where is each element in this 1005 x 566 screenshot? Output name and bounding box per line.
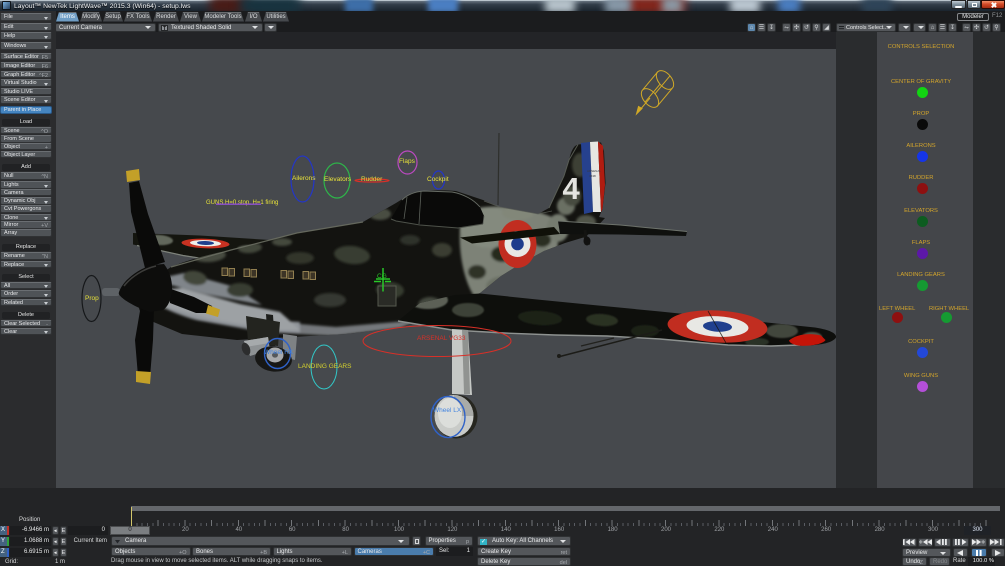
- svg-text:Flaps: Flaps: [399, 158, 416, 165]
- svg-text:Elevators: Elevators: [324, 176, 352, 183]
- svg-text:GUNS H=0 stop, H=1 firing: GUNS H=0 stop, H=1 firing: [206, 200, 278, 206]
- svg-text:LANDING GEARS: LANDING GEARS: [298, 363, 352, 370]
- svg-text:4: 4: [563, 171, 581, 206]
- svg-text:Cockpit: Cockpit: [427, 176, 449, 183]
- svg-text:Wheel LX: Wheel LX: [433, 407, 462, 414]
- svg-text:ARSENAL: ARSENAL: [587, 169, 601, 173]
- svg-text:CG: CG: [377, 273, 387, 280]
- svg-text:Wheel RX: Wheel RX: [264, 349, 294, 356]
- svg-text:ARSENAL VG33: ARSENAL VG33: [417, 335, 466, 342]
- svg-text:4638: 4638: [589, 174, 596, 178]
- svg-text:Rudder: Rudder: [361, 176, 383, 183]
- svg-text:Prop: Prop: [85, 295, 99, 302]
- svg-text:Ailerons: Ailerons: [292, 175, 316, 182]
